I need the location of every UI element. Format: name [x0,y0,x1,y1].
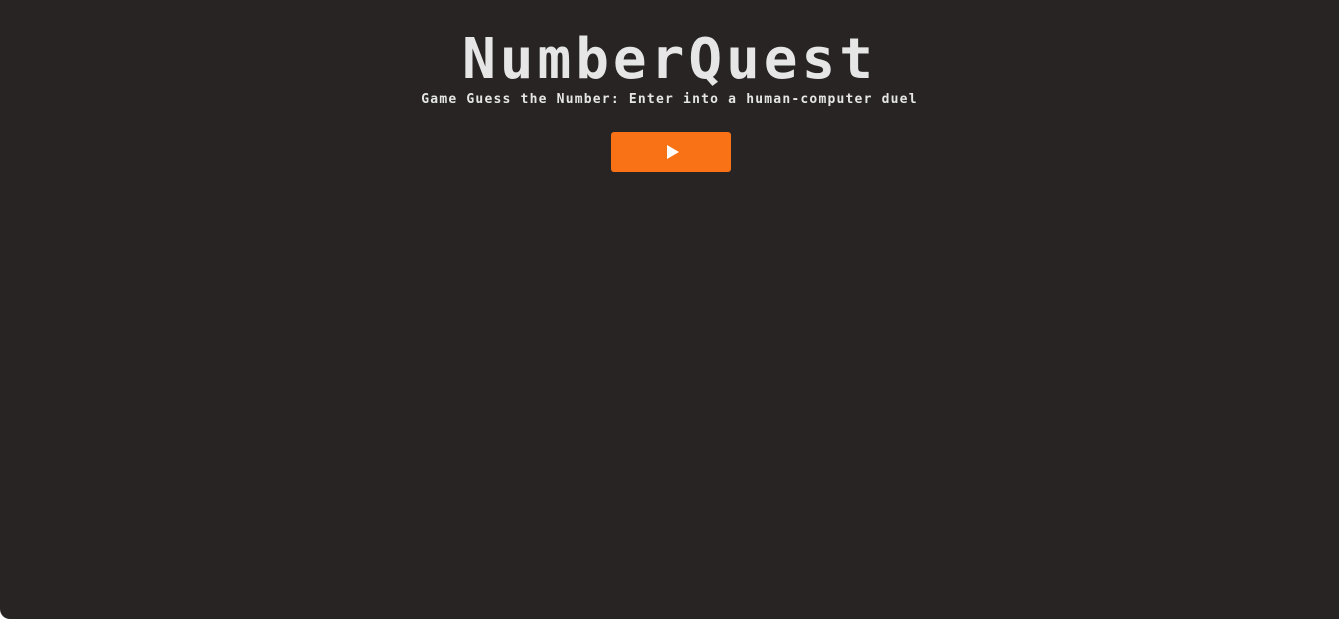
game-title: NumberQuest [462,27,877,92]
header: NumberQuest Game Guess the Number: Enter… [0,28,1339,108]
play-icon [666,145,679,159]
play-button[interactable] [611,132,731,172]
game-screen: NumberQuest Game Guess the Number: Enter… [0,0,1339,619]
game-subtitle: Game Guess the Number: Enter into a huma… [421,92,918,107]
